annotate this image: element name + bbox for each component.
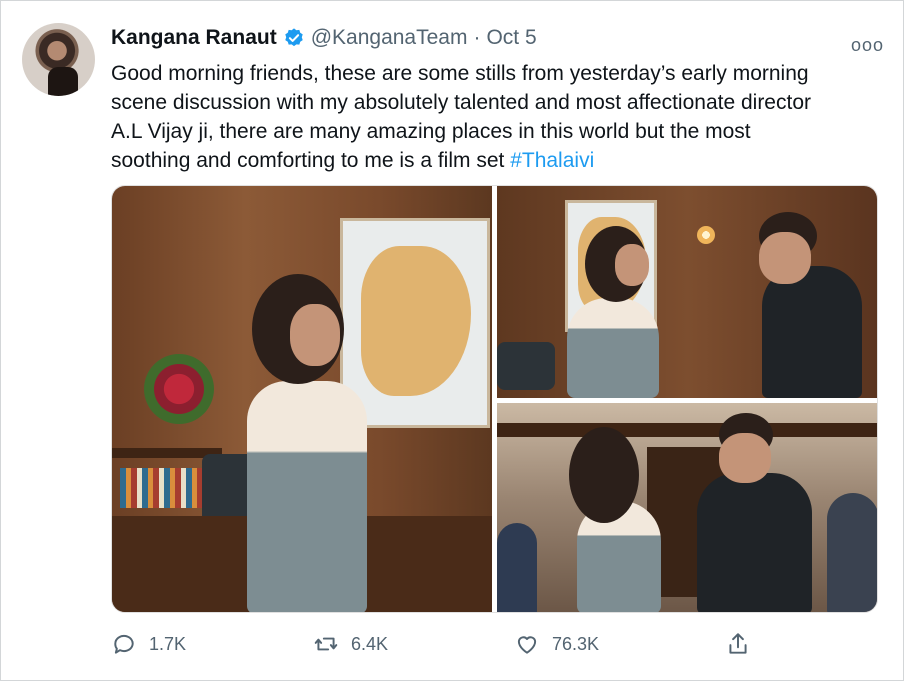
actress-face xyxy=(290,304,340,366)
tweet-date[interactable]: Oct 5 xyxy=(486,26,536,50)
reply-button[interactable]: 1.7K xyxy=(111,631,186,657)
like-icon xyxy=(517,636,537,654)
tweet-card: Kangana Ranaut @KanganaTeam · Oct 5 ooo … xyxy=(0,0,904,681)
photo-discussion-wide[interactable] xyxy=(497,403,877,612)
photo-discussion-close[interactable] xyxy=(497,186,877,398)
hashtag-link[interactable]: #Thalaivi xyxy=(510,149,594,172)
actress-figure xyxy=(247,381,367,612)
share-icon xyxy=(729,633,747,654)
tweet-text-line: A.L Vijay ji, there are many amazing pla… xyxy=(111,120,751,143)
media-grid xyxy=(111,185,878,613)
office-chair xyxy=(497,342,555,390)
tweet-header: Kangana Ranaut @KanganaTeam · Oct 5 xyxy=(111,26,537,50)
wall-lamp xyxy=(697,226,715,244)
tweet-text-line: Good morning friends, these are some sti… xyxy=(111,62,809,85)
like-button[interactable]: 76.3K xyxy=(514,631,599,657)
reply-icon xyxy=(114,634,134,654)
tweet-text-last: soothing and comforting to me is a film … xyxy=(111,149,511,172)
retweet-icon xyxy=(314,637,338,651)
wall-map xyxy=(340,218,490,428)
more-options-icon[interactable]: ooo xyxy=(851,35,884,56)
actress-hair xyxy=(569,427,639,523)
director-face xyxy=(759,232,811,284)
actress-figure xyxy=(567,298,659,398)
like-count: 76.3K xyxy=(552,633,600,654)
crew-member xyxy=(827,493,877,612)
photo-office-scene[interactable] xyxy=(112,186,492,612)
tweet-text-line: soothing and comforting to me is a film … xyxy=(111,146,881,175)
share-button[interactable] xyxy=(725,631,751,657)
tweet-text-line: scene discussion with my absolutely tale… xyxy=(111,91,811,114)
author-name[interactable]: Kangana Ranaut xyxy=(111,26,277,50)
author-avatar[interactable] xyxy=(22,23,95,96)
director-face xyxy=(719,433,771,483)
verified-badge-icon xyxy=(283,27,305,49)
ceiling-beam xyxy=(497,423,877,437)
tweet-text: Good morning friends, these are some sti… xyxy=(111,59,881,175)
bookshelf xyxy=(120,468,210,508)
author-handle[interactable]: @KanganaTeam xyxy=(311,26,468,50)
tweet-actions: 1.7K 6.4K 76.3K xyxy=(1,631,904,663)
retweet-count: 6.4K xyxy=(351,633,389,654)
flower-vase xyxy=(144,354,214,424)
reply-count: 1.7K xyxy=(149,633,187,654)
actress-face xyxy=(615,244,649,286)
director-figure xyxy=(762,266,862,398)
header-separator: · xyxy=(473,26,481,49)
crew-member xyxy=(497,523,537,612)
retweet-button[interactable]: 6.4K xyxy=(313,631,388,657)
director-figure xyxy=(697,473,812,612)
avatar-figure xyxy=(48,67,78,96)
map-land xyxy=(361,246,471,396)
